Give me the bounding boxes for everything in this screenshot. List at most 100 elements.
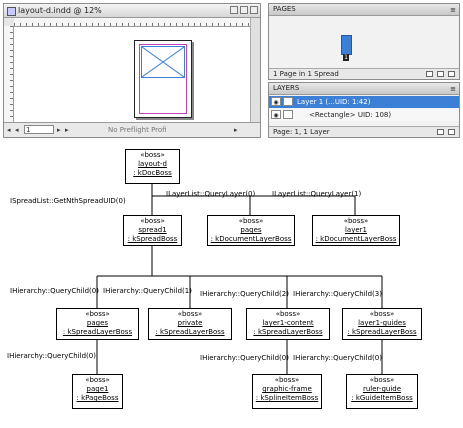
boss-ruler-guide: «boss» ruler-guide : kGuideItemBoss	[346, 374, 418, 409]
boss-pages-spread-layer: «boss» pages : kSpreadLayerBoss	[56, 308, 139, 340]
connector-label: IHierarchy::QueryChild(0)	[200, 354, 289, 362]
boss-layer1-content: «boss» layer1-content : kSpreadLayerBoss	[246, 308, 330, 340]
boss-name: page1	[86, 385, 109, 393]
boss-stereotype: «boss»	[140, 217, 165, 225]
boss-name: layer1-content	[262, 319, 314, 327]
frame-cross-icon	[142, 47, 184, 77]
pages-panel-title: PAGES	[273, 5, 296, 13]
connector-label: ILayerList::QueryLayer(0)	[166, 190, 256, 198]
boss-stereotype: «boss»	[140, 151, 165, 159]
connector-label: IHierarchy::QueryChild(3)	[293, 290, 382, 298]
boss-name: pages	[86, 319, 109, 327]
maximize-button[interactable]	[240, 6, 248, 14]
eye-icon[interactable]: ◉	[271, 110, 281, 119]
boss-name: spread1	[138, 226, 167, 234]
boss-class: : kSpreadLayerBoss	[62, 328, 133, 336]
boss-name: layout-d	[138, 160, 167, 168]
boss-stereotype: «boss»	[343, 217, 369, 225]
boss-layer1-document-layer: «boss» layer1 : kDocumentLayerBoss	[312, 215, 400, 246]
new-layer-icon[interactable]	[437, 129, 444, 135]
connector-label: IHierarchy::QueryChild(2)	[200, 290, 289, 298]
panel-menu-icon[interactable]: ≡	[450, 84, 456, 95]
minimize-button[interactable]	[230, 6, 238, 14]
pages-panel-header[interactable]: PAGES ≡	[269, 4, 459, 16]
document-title-bar[interactable]: layout-d.indd @ 12%	[4, 4, 260, 18]
boss-class: : kDocumentLayerBoss	[315, 235, 397, 243]
boss-page1: «boss» page1 : kPageBoss	[72, 374, 123, 409]
boss-stereotype: «boss»	[85, 376, 110, 384]
boss-class: : kDocBoss	[133, 169, 172, 177]
connector-label: ISpreadList::GetNthSpreadUID(0)	[10, 197, 126, 205]
layer-row[interactable]: ◉ Layer 1 (...UID: 1:42)	[269, 96, 459, 108]
boss-class: : kSplineItemBoss	[255, 394, 319, 402]
boss-stereotype: «boss»	[369, 376, 395, 384]
first-page-arrow-icon[interactable]: ◂	[7, 123, 11, 137]
page-thumbnail[interactable]	[341, 35, 352, 55]
connector-label: IHierarchy::QueryChild(0)	[7, 352, 96, 360]
boss-stereotype: «boss»	[238, 217, 264, 225]
page-size-icon[interactable]	[426, 71, 433, 77]
boss-stereotype: «boss»	[85, 310, 110, 318]
boss-stereotype: «boss»	[177, 310, 203, 318]
scroll-right-arrow-icon[interactable]: ▸	[234, 123, 238, 137]
graphic-frame[interactable]	[141, 46, 185, 78]
eye-icon[interactable]: ◉	[271, 97, 281, 106]
boss-layer1-guides: «boss» layer1-guides : kSpreadLayerBoss	[342, 308, 422, 340]
vertical-ruler	[4, 26, 14, 123]
layer-row[interactable]: ◉ <Rectangle> UID: 108)	[269, 109, 459, 121]
boss-class: : kSpreadLayerBoss	[253, 328, 323, 336]
page-thumbnail-number: 1	[343, 54, 349, 61]
boss-class: : kPageBoss	[76, 394, 119, 402]
trash-icon[interactable]	[448, 71, 455, 77]
next-page-arrow-icon[interactable]: ▸	[57, 123, 61, 137]
boss-class: : kSpreadLayerBoss	[347, 328, 417, 336]
preflight-status[interactable]: No Preflight Profi	[108, 123, 167, 137]
document-title: layout-d.indd @ 12%	[18, 6, 102, 15]
panel-menu-icon[interactable]: ≡	[450, 5, 456, 16]
boss-class: : kSpreadLayerBoss	[155, 328, 225, 336]
boss-layout-d: «boss» layout-d : kDocBoss	[125, 149, 180, 184]
boss-graphic-frame: «boss» graphic-frame : kSplineItemBoss	[252, 374, 322, 409]
indesign-document-icon	[7, 7, 16, 16]
boss-name: graphic-frame	[262, 385, 312, 393]
layers-panel-header[interactable]: LAYERS ≡	[269, 83, 459, 95]
layers-panel-footer: Page: 1, 1 Layer	[269, 126, 459, 137]
horizontal-ruler	[14, 18, 251, 27]
boss-spread1: «boss» spread1 : kSpreadBoss	[123, 215, 182, 246]
boss-name: layer1	[344, 226, 367, 234]
close-button[interactable]	[250, 6, 258, 14]
layer-name: Layer 1 (...UID: 1:42)	[297, 98, 371, 106]
connector-label: IHierarchy::QueryChild(0)	[10, 287, 99, 295]
pages-summary: 1 Page in 1 Spread	[273, 70, 339, 78]
boss-stereotype: «boss»	[275, 310, 301, 318]
boss-stereotype: «boss»	[274, 376, 300, 384]
page-number-field[interactable]: 1	[24, 125, 54, 134]
boss-pages-document-layer: «boss» pages : kDocumentLayerBoss	[207, 215, 295, 246]
prev-page-arrow-icon[interactable]: ◂	[15, 123, 19, 137]
boss-class: : kGuideItemBoss	[351, 394, 413, 402]
last-page-arrow-icon[interactable]: ▸	[65, 123, 69, 137]
status-bar: ◂ ◂ 1 ▸ ▸ No Preflight Profi ▸	[4, 122, 260, 137]
boss-name: layer1-guides	[358, 319, 406, 327]
boss-class: : kSpreadBoss	[127, 235, 178, 243]
boss-object-diagram: «boss» layout-d : kDocBoss «boss» spread…	[0, 140, 463, 428]
lock-toggle[interactable]	[283, 110, 293, 119]
boss-private-spread-layer: «boss» private : kSpreadLayerBoss	[148, 308, 232, 340]
document-page[interactable]	[134, 40, 192, 118]
boss-stereotype: «boss»	[369, 310, 395, 318]
pasteboard[interactable]	[14, 27, 251, 123]
document-window: layout-d.indd @ 12% ◂ ◂ 1 ▸ ▸ No Preflig…	[3, 3, 261, 138]
boss-class: : kDocumentLayerBoss	[210, 235, 292, 243]
vertical-scrollbar[interactable]	[250, 18, 260, 123]
trash-icon[interactable]	[448, 129, 455, 135]
boss-name: ruler-guide	[362, 385, 402, 393]
layers-panel: LAYERS ≡ ◉ Layer 1 (...UID: 1:42) ◉ <Rec…	[268, 82, 460, 138]
layer-name: <Rectangle> UID: 108)	[309, 111, 392, 119]
new-page-icon[interactable]	[437, 71, 444, 77]
boss-name: private	[177, 319, 203, 327]
boss-name: pages	[240, 226, 262, 234]
lock-toggle[interactable]	[283, 97, 293, 106]
connector-label: IHierarchy::QueryChild(0)	[293, 354, 382, 362]
pages-panel-footer: 1 Page in 1 Spread	[269, 68, 459, 79]
layers-summary: Page: 1, 1 Layer	[273, 128, 330, 136]
